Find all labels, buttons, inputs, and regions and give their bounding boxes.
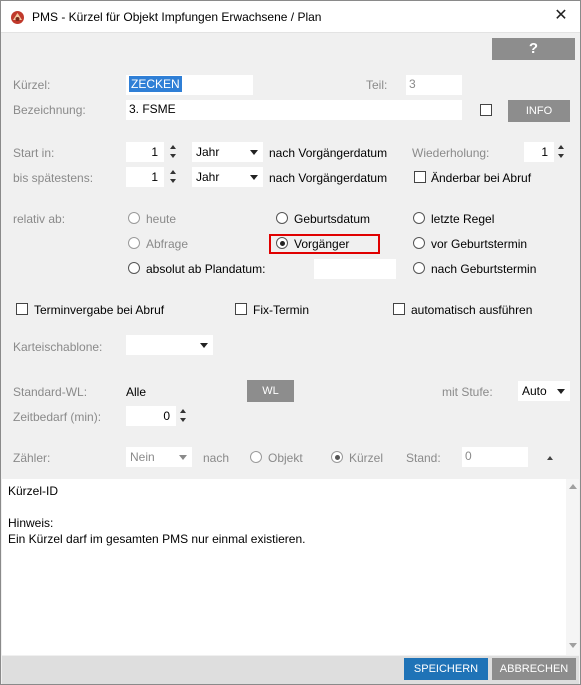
radio-nach-geburtstermin-label: nach Geburtstermin	[431, 262, 537, 276]
kuerzel-field[interactable]: ZECKEN	[126, 75, 253, 95]
help-button[interactable]: ?	[492, 38, 575, 60]
stand-field[interactable]: 0	[462, 447, 528, 467]
radio-heute-label: heute	[146, 212, 177, 226]
radio-absolut[interactable]	[128, 262, 140, 274]
cancel-button[interactable]: ABBRECHEN	[492, 658, 576, 680]
radio-kuerzel-label: Kürzel	[349, 451, 384, 465]
radio-heute[interactable]	[128, 212, 140, 224]
terminvergabe-checkbox[interactable]	[16, 303, 28, 315]
chevron-down-icon	[557, 389, 565, 394]
radio-letzte-regel[interactable]	[413, 212, 425, 224]
radio-kuerzel[interactable]	[331, 451, 343, 463]
radio-letzte-regel-label: letzte Regel	[431, 212, 495, 226]
bis-spaetestens-suffix: nach Vorgängerdatum	[269, 171, 388, 185]
save-button[interactable]: SPEICHERN	[404, 658, 488, 680]
wiederholung-label: Wiederholung:	[412, 146, 490, 160]
hint-line-text: Ein Kürzel darf im gesamten PMS nur einm…	[8, 532, 306, 546]
start-in-suffix: nach Vorgängerdatum	[269, 146, 388, 160]
chevron-down-icon	[200, 343, 208, 348]
relativ-ab-label: relativ ab:	[13, 212, 66, 226]
standard-wl-label: Standard-WL:	[13, 385, 88, 399]
zaehler-select[interactable]: Nein	[126, 447, 192, 467]
karteischablone-select[interactable]	[126, 335, 213, 355]
app-logo-icon	[11, 11, 24, 24]
hint-textarea[interactable]: Kürzel-ID Hinweis: Ein Kürzel darf im ge…	[2, 479, 579, 655]
bis-spaetestens-unit-value: Jahr	[196, 170, 220, 184]
radio-objekt[interactable]	[250, 451, 262, 463]
radio-abfrage[interactable]	[128, 237, 140, 249]
bis-spaetestens-label: bis spätestens:	[13, 171, 94, 185]
plandatum-field[interactable]	[314, 259, 396, 279]
radio-vor-geburtstermin[interactable]	[413, 237, 425, 249]
automatisch-checkbox[interactable]	[393, 303, 405, 315]
start-in-stepper[interactable]	[169, 142, 178, 162]
radio-vor-geburtstermin-label: vor Geburtstermin	[431, 237, 528, 251]
start-in-label: Start in:	[13, 146, 55, 160]
zeitbedarf-stepper[interactable]	[179, 406, 188, 426]
aenderbar-label: Änderbar bei Abruf	[431, 171, 532, 185]
stufe-value: Auto	[522, 384, 547, 398]
terminvergabe-label: Terminvergabe bei Abruf	[34, 303, 165, 317]
window-title: PMS - Kürzel für Objekt Impfungen Erwach…	[32, 10, 322, 24]
title-bar: PMS - Kürzel für Objekt Impfungen Erwach…	[1, 1, 580, 33]
karteischablone-label: Karteischablone:	[13, 340, 103, 354]
chevron-down-icon	[179, 455, 187, 460]
automatisch-label: automatisch ausführen	[411, 303, 533, 317]
scroll-down-icon[interactable]	[569, 643, 577, 648]
start-in-unit-select[interactable]: Jahr	[192, 142, 263, 162]
stufe-label: mit Stufe:	[442, 385, 493, 399]
bis-spaetestens-unit-select[interactable]: Jahr	[192, 167, 263, 187]
zaehler-label: Zähler:	[13, 451, 51, 465]
radio-geburtsdatum-label: Geburtsdatum	[294, 212, 371, 226]
aenderbar-checkbox[interactable]	[414, 171, 426, 183]
kuerzel-value: ZECKEN	[129, 76, 182, 92]
hint-scrollbar[interactable]	[566, 479, 579, 655]
bezeichnung-field[interactable]: 3. FSME	[126, 100, 462, 120]
zeitbedarf-label: Zeitbedarf (min):	[13, 410, 102, 424]
stufe-select[interactable]: Auto	[518, 381, 570, 401]
bezeichnung-label: Bezeichnung:	[13, 103, 86, 117]
wl-button[interactable]: WL	[247, 380, 294, 402]
hint-line-title: Hinweis:	[8, 516, 54, 530]
chevron-down-icon	[250, 175, 258, 180]
bis-spaetestens-stepper[interactable]	[169, 167, 178, 187]
chevron-down-icon	[250, 150, 258, 155]
stand-label: Stand:	[406, 451, 441, 465]
kuerzel-label: Kürzel:	[13, 78, 51, 92]
dialog-window: PMS - Kürzel für Objekt Impfungen Erwach…	[0, 0, 581, 685]
radio-geburtsdatum[interactable]	[276, 212, 288, 224]
zaehler-nach-label: nach	[203, 451, 230, 465]
wiederholung-value[interactable]: 1	[524, 142, 554, 162]
zaehler-value: Nein	[130, 450, 155, 464]
fix-termin-checkbox[interactable]	[235, 303, 247, 315]
bezeichnung-checkbox[interactable]	[480, 104, 492, 116]
wiederholung-stepper[interactable]	[557, 142, 566, 162]
start-in-value[interactable]: 1	[126, 142, 164, 162]
hint-line-id: Kürzel-ID	[8, 484, 59, 498]
selection-highlight	[269, 234, 380, 254]
close-icon[interactable]: ✕	[550, 5, 572, 27]
teil-label: Teil:	[366, 78, 388, 92]
scroll-up-icon[interactable]	[569, 484, 577, 489]
radio-objekt-label: Objekt	[268, 451, 303, 465]
dialog-footer: SPEICHERN ABBRECHEN	[2, 656, 579, 684]
zeitbedarf-value[interactable]: 0	[126, 406, 176, 426]
standard-wl-value: Alle	[126, 385, 147, 399]
collapse-arrow-icon[interactable]	[547, 456, 553, 460]
info-button[interactable]: INFO	[508, 100, 570, 122]
bis-spaetestens-value[interactable]: 1	[126, 167, 164, 187]
start-in-unit-value: Jahr	[196, 145, 220, 159]
radio-nach-geburtstermin[interactable]	[413, 262, 425, 274]
radio-absolut-label: absolut ab Plandatum:	[146, 262, 266, 276]
teil-field[interactable]: 3	[406, 75, 462, 95]
radio-abfrage-label: Abfrage	[146, 237, 189, 251]
fix-termin-label: Fix-Termin	[253, 303, 309, 317]
